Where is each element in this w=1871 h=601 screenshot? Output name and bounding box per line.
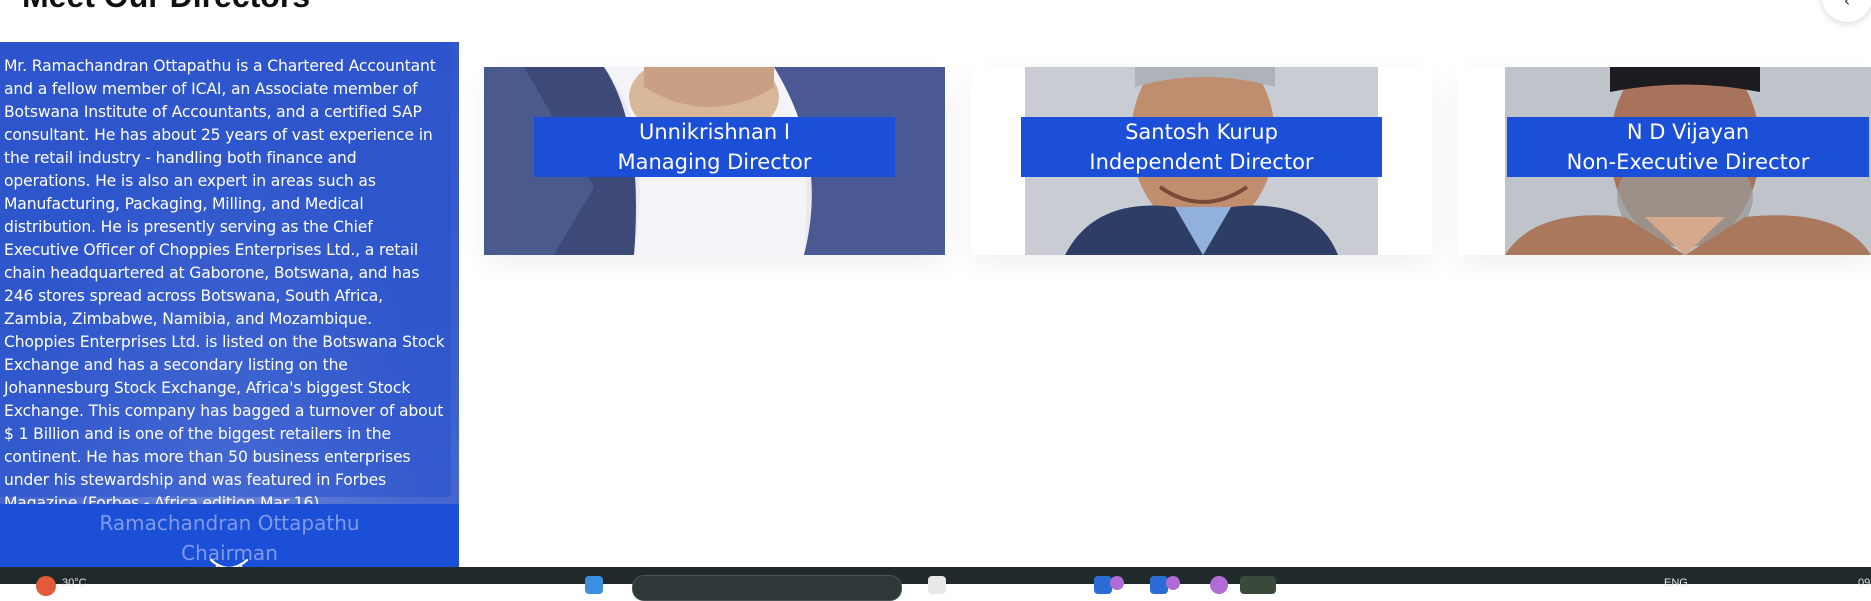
teams-icon[interactable] [1210,576,1228,594]
active-app-icon[interactable] [1240,576,1276,594]
director-card[interactable]: Santosh Kurup Independent Director [971,67,1432,255]
language-indicator[interactable]: ENG [1664,577,1688,589]
director-bio-text: Mr. Ramachandran Ottapathu is a Chartere… [4,57,445,512]
task-view-icon[interactable] [585,576,603,594]
os-taskbar: 30°C ENG 09 [0,567,1871,601]
page-title: Meet Our Directors [22,0,310,15]
director-bio-panel: Mr. Ramachandran Ottapathu is a Chartere… [0,42,451,512]
director-card[interactable]: Unnikrishnan I Managing Director [484,67,945,255]
notification-badge-icon [1166,576,1180,590]
director-label: N D Vijayan Non-Executive Director [1507,117,1869,177]
director-name: Ramachandran Ottapathu [99,511,360,535]
clock[interactable]: 09 [1858,577,1870,589]
director-name: Unnikrishnan I [638,120,791,144]
director-card[interactable]: N D Vijayan Non-Executive Director [1457,67,1871,255]
director-name: N D Vijayan [1626,120,1750,144]
director-role: Independent Director [1089,150,1314,174]
director-role: Managing Director [617,150,812,174]
director-label: Unnikrishnan I Managing Director [534,117,895,177]
closed-eye-icon[interactable] [208,554,250,567]
weather-icon[interactable] [36,576,56,596]
chevron-left-icon: ‹ [1843,0,1851,10]
director-role: Non-Executive Director [1566,150,1810,174]
file-explorer-icon[interactable] [928,576,946,594]
taskbar-search-box[interactable] [632,575,902,601]
director-name: Santosh Kurup [1125,120,1278,144]
notification-badge-icon [1110,576,1124,590]
weather-temperature: 30°C [62,577,87,589]
active-director-card[interactable]: Mr. Ramachandran Ottapathu is a Chartere… [0,42,459,567]
director-label: Santosh Kurup Independent Director [1021,117,1382,177]
carousel-prev-button[interactable]: ‹ [1822,0,1871,22]
